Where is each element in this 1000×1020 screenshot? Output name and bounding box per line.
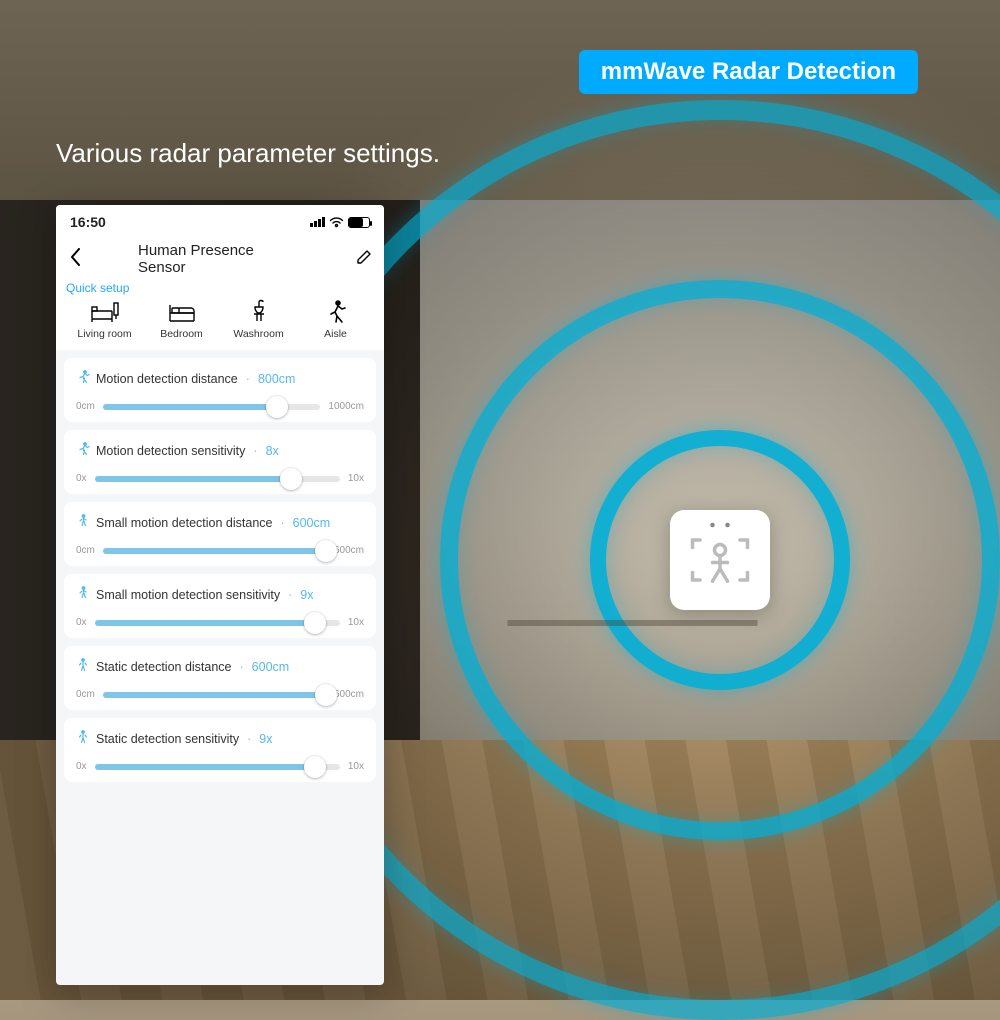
quick-setup-aisle[interactable]: Aisle [297, 299, 374, 340]
slider-track[interactable] [95, 620, 340, 626]
qs-label: Washroom [220, 328, 297, 340]
slider-thumb[interactable] [266, 396, 288, 418]
slider-card: Motion detection distance · 800cm 0cm 10… [64, 358, 376, 422]
qs-label: Bedroom [143, 328, 220, 340]
stand-icon [76, 730, 90, 747]
slider-max: 600cm [334, 689, 364, 700]
phone-screenshot: 16:50 Human Presence Sensor Quick setup … [56, 205, 384, 985]
slider-card: Small motion detection sensitivity · 9x … [64, 574, 376, 638]
qs-label: Living room [66, 328, 143, 340]
slider-thumb[interactable] [315, 684, 337, 706]
slider-max: 10x [348, 473, 364, 484]
slider-card: Static detection sensitivity · 9x 0x 10x [64, 718, 376, 782]
walk-icon [76, 586, 90, 603]
slider-min: 0x [76, 761, 87, 772]
run-icon [76, 442, 90, 459]
status-time: 16:50 [70, 214, 106, 230]
slider-max: 10x [348, 617, 364, 628]
slider-min: 0x [76, 473, 87, 484]
slider-card: Small motion detection distance · 600cm … [64, 502, 376, 566]
slider-label: Small motion detection sensitivity [96, 588, 280, 602]
slider-value: 9x [300, 588, 313, 602]
status-bar: 16:50 [56, 205, 384, 239]
wifi-icon [329, 217, 344, 228]
slider-min: 0x [76, 617, 87, 628]
quick-setup-label: Quick setup [66, 281, 374, 295]
qs-label: Aisle [297, 328, 374, 340]
slider-card: Static detection distance · 600cm 0cm 60… [64, 646, 376, 710]
slider-min: 0cm [76, 401, 95, 412]
subtitle-text: Various radar parameter settings. [56, 138, 440, 169]
stand-icon [76, 658, 90, 675]
slider-min: 0cm [76, 689, 95, 700]
slider-thumb[interactable] [304, 612, 326, 634]
quick-setup-living-room[interactable]: Living room [66, 299, 143, 340]
slider-max: 600cm [334, 545, 364, 556]
slider-track[interactable] [103, 548, 326, 554]
slider-value: 9x [259, 732, 272, 746]
signal-icon [310, 217, 325, 227]
slider-label: Motion detection distance [96, 372, 238, 386]
edit-button[interactable] [356, 249, 372, 270]
slider-track[interactable] [95, 476, 340, 482]
slider-value: 8x [266, 444, 279, 458]
slider-thumb[interactable] [280, 468, 302, 490]
page-title: Human Presence Sensor [138, 242, 302, 276]
battery-icon [348, 217, 370, 228]
settings-list: Motion detection distance · 800cm 0cm 10… [56, 350, 384, 782]
slider-max: 10x [348, 761, 364, 772]
slider-label: Small motion detection distance [96, 516, 272, 530]
slider-thumb[interactable] [315, 540, 337, 562]
quick-setup-washroom[interactable]: Washroom [220, 299, 297, 340]
slider-label: Static detection sensitivity [96, 732, 239, 746]
run-icon [76, 370, 90, 387]
slider-track[interactable] [103, 404, 321, 410]
slider-value: 600cm [252, 660, 290, 674]
slider-thumb[interactable] [304, 756, 326, 778]
slider-max: 1000cm [328, 401, 364, 412]
slider-value: 600cm [293, 516, 331, 530]
slider-label: Motion detection sensitivity [96, 444, 245, 458]
back-button[interactable] [66, 246, 85, 272]
slider-track[interactable] [103, 692, 326, 698]
nav-bar: Human Presence Sensor [56, 239, 384, 279]
title-badge: mmWave Radar Detection [579, 50, 918, 94]
slider-card: Motion detection sensitivity · 8x 0x 10x [64, 430, 376, 494]
slider-value: 800cm [258, 372, 296, 386]
status-indicators [310, 217, 370, 228]
slider-label: Static detection distance [96, 660, 232, 674]
quick-setup: Quick setup Living room Bedroom Washroom… [56, 279, 384, 350]
slider-track[interactable] [95, 764, 340, 770]
slider-min: 0cm [76, 545, 95, 556]
walk-icon [76, 514, 90, 531]
quick-setup-bedroom[interactable]: Bedroom [143, 299, 220, 340]
